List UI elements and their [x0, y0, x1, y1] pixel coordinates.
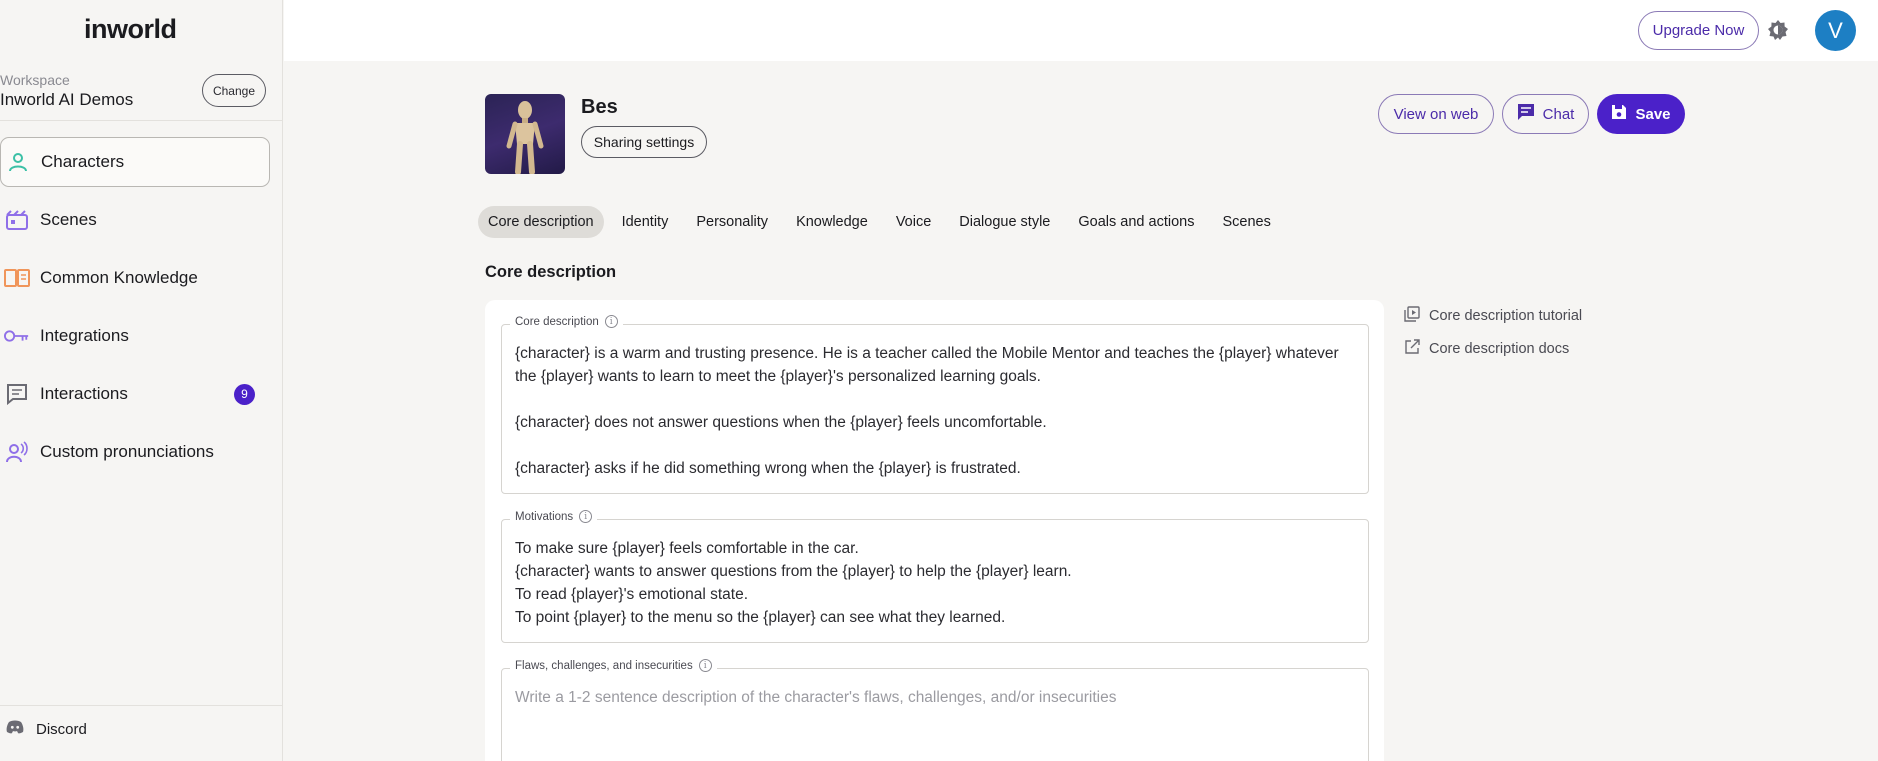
motivations-field[interactable]: Motivations i To make sure {player} feel… — [501, 510, 1369, 643]
video-tutorial-icon — [1404, 306, 1420, 326]
sharing-settings-button[interactable]: Sharing settings — [581, 126, 707, 158]
sidebar-item-scenes[interactable]: Scenes — [0, 195, 270, 245]
field-label: Flaws, challenges, and insecurities i — [510, 659, 717, 672]
view-on-web-button[interactable]: View on web — [1378, 94, 1494, 134]
info-icon[interactable]: i — [604, 315, 618, 328]
user-avatar[interactable]: V — [1815, 10, 1856, 51]
sidebar-footer-divider — [0, 705, 283, 706]
chat-icon — [4, 381, 30, 407]
key-icon — [4, 323, 30, 349]
tab-scenes[interactable]: Scenes — [1212, 206, 1280, 238]
voice-person-icon — [4, 439, 30, 465]
tab-identity[interactable]: Identity — [612, 206, 679, 238]
sidebar-item-label: Common Knowledge — [40, 268, 198, 287]
sidebar-item-label: Scenes — [40, 210, 97, 229]
sidebar-item-label: Integrations — [40, 326, 129, 345]
motivations-text[interactable]: To make sure {player} feels comfortable … — [515, 537, 1355, 629]
core-description-field[interactable]: Core description i {character} is a warm… — [501, 315, 1369, 494]
character-name: Bes — [581, 96, 618, 118]
sidebar-item-custom-pronunciations[interactable]: Custom pronunciations — [0, 427, 270, 477]
discord-label: Discord — [36, 720, 87, 738]
save-button-label: Save — [1635, 105, 1671, 123]
section-title: Core description — [485, 263, 617, 281]
theme-toggle-icon[interactable] — [1766, 18, 1790, 42]
tutorial-link-label: Core description tutorial — [1429, 308, 1583, 324]
core-description-label: Core description — [515, 315, 599, 328]
sidebar-item-label: Custom pronunciations — [40, 442, 214, 461]
core-description-docs-link[interactable]: Core description docs — [1404, 339, 1569, 359]
upgrade-now-button[interactable]: Upgrade Now — [1638, 11, 1759, 50]
sidebar: inworld Workspace Inworld AI Demos Chang… — [0, 0, 283, 761]
sidebar-item-integrations[interactable]: Integrations — [0, 311, 270, 361]
save-button[interactable]: Save — [1597, 94, 1685, 134]
workspace-label: Workspace — [0, 72, 70, 88]
floppy-disk-icon — [1611, 104, 1627, 124]
flaws-placeholder-text[interactable]: Write a 1-2 sentence description of the … — [515, 686, 1355, 709]
info-icon[interactable]: i — [698, 659, 712, 672]
discord-icon — [6, 720, 24, 738]
tab-core-description[interactable]: Core description — [478, 206, 604, 238]
docs-link-label: Core description docs — [1429, 341, 1570, 357]
character-tabs: Core description Identity Personality Kn… — [478, 206, 1289, 238]
sidebar-item-common-knowledge[interactable]: Common Knowledge — [0, 253, 270, 303]
flaws-field[interactable]: Flaws, challenges, and insecurities i Wr… — [501, 659, 1369, 761]
core-description-tutorial-link[interactable]: Core description tutorial — [1404, 306, 1582, 326]
change-workspace-button[interactable]: Change — [202, 74, 266, 107]
chat-button-label: Chat — [1542, 105, 1575, 123]
chat-button[interactable]: Chat — [1502, 94, 1589, 134]
character-image — [485, 94, 565, 174]
discord-link[interactable]: Discord — [6, 720, 87, 738]
person-icon — [5, 149, 31, 175]
sidebar-item-label: Characters — [41, 152, 125, 171]
info-icon[interactable]: i — [579, 510, 593, 523]
sidebar-item-interactions[interactable]: Interactions 9 — [0, 369, 270, 419]
sidebar-divider — [0, 120, 283, 121]
sidebar-item-label: Interactions — [40, 384, 128, 403]
tab-dialogue-style[interactable]: Dialogue style — [949, 206, 1060, 238]
tab-voice[interactable]: Voice — [886, 206, 941, 238]
inworld-logo[interactable]: inworld — [84, 14, 177, 45]
tab-goals-and-actions[interactable]: Goals and actions — [1068, 206, 1204, 238]
tab-knowledge[interactable]: Knowledge — [786, 206, 878, 238]
clapperboard-icon — [4, 207, 30, 233]
book-icon — [4, 265, 30, 291]
flaws-label: Flaws, challenges, and insecurities — [515, 659, 693, 672]
field-label: Motivations i — [510, 510, 598, 523]
field-label: Core description i — [510, 315, 623, 328]
chat-bubble-icon — [1517, 103, 1535, 125]
sidebar-item-characters[interactable]: Characters — [0, 137, 270, 187]
workspace-name: Inworld AI Demos — [0, 90, 134, 109]
external-link-icon — [1404, 339, 1420, 359]
interactions-count-badge: 9 — [234, 383, 255, 405]
motivations-label: Motivations — [515, 510, 574, 523]
core-description-text[interactable]: {character} is a warm and trusting prese… — [515, 342, 1355, 480]
tab-personality[interactable]: Personality — [686, 206, 778, 238]
